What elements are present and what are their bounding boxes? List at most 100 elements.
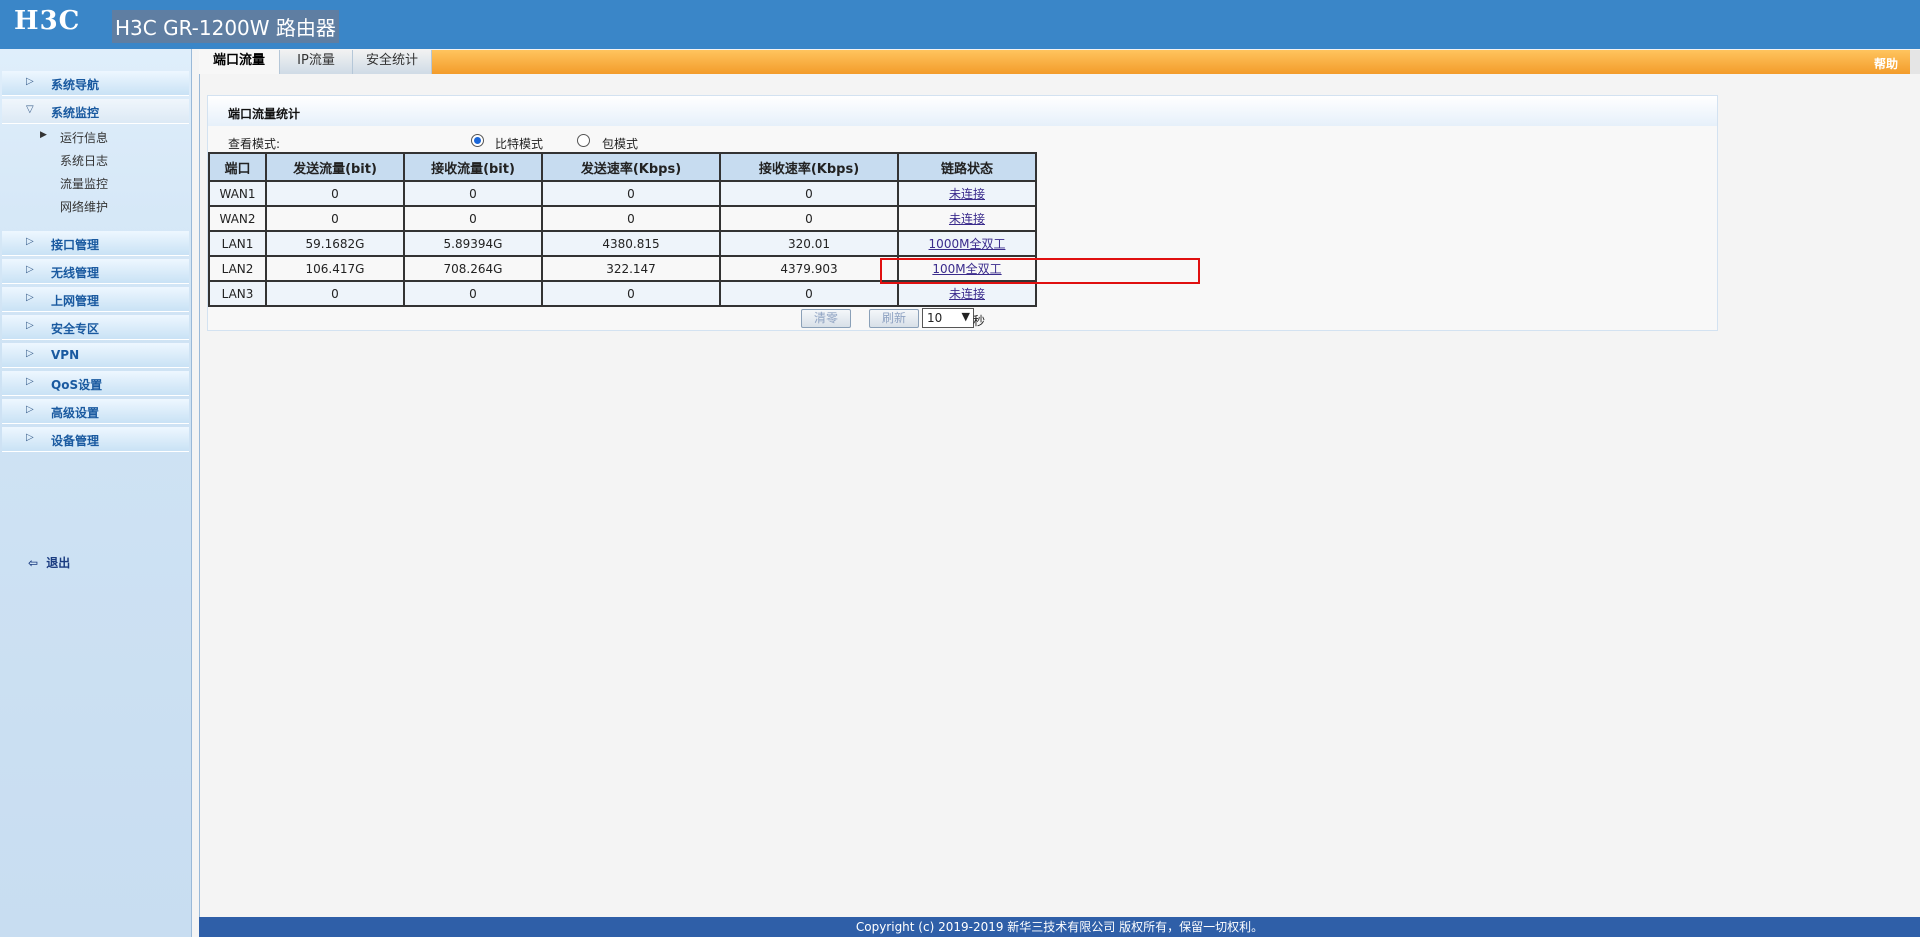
- rx-rate-cell: 0: [719, 180, 899, 207]
- rx-rate-cell: 320.01: [719, 230, 899, 257]
- sidebar-item-vpn[interactable]: ▷ VPN: [2, 343, 189, 368]
- expand-arrow-icon: ▷: [26, 76, 34, 87]
- status-cell: 100M全双工: [897, 255, 1037, 282]
- header: H3C H3C GR-1200W 路由器: [0, 0, 1920, 49]
- column-header: 发送速率(Kbps): [541, 152, 721, 182]
- logout-label: 退出: [46, 556, 71, 570]
- sidebar-item-label: QoS设置: [51, 378, 103, 392]
- sidebar-item-system-monitor[interactable]: ▽ 系统监控: [2, 99, 189, 124]
- collapse-arrow-icon: ▽: [26, 104, 34, 115]
- port-traffic-table: 端口 发送流量(bit) 接收流量(bit) 发送速率(Kbps) 接收速率(K…: [208, 152, 1037, 307]
- rx-rate-cell: 4379.903: [719, 255, 899, 282]
- column-header: 接收流量(bit): [403, 152, 543, 182]
- sidebar-item-advanced[interactable]: ▷ 高级设置: [2, 399, 189, 424]
- logout-link[interactable]: ⇦ 退出: [28, 554, 70, 571]
- device-title: H3C GR-1200W 路由器: [112, 10, 339, 43]
- tx-cell: 106.417G: [265, 255, 405, 282]
- sidebar-item-system-nav[interactable]: ▷ 系统导航: [2, 71, 189, 96]
- sidebar-item-label: 接口管理: [51, 238, 100, 252]
- sidebar-item-security[interactable]: ▷ 安全专区: [2, 315, 189, 340]
- sidebar-item-label: 系统导航: [51, 78, 100, 92]
- tx-rate-cell: 322.147: [541, 255, 721, 282]
- tx-cell: 0: [265, 180, 405, 207]
- sidebar-item-label: VPN: [51, 348, 80, 362]
- link-status-link[interactable]: 未连接: [949, 187, 985, 201]
- rx-rate-cell: 0: [719, 280, 899, 307]
- rx-cell: 0: [403, 205, 543, 232]
- refresh-interval-select[interactable]: 10 ▼: [922, 308, 974, 328]
- expand-arrow-icon: ▷: [26, 404, 34, 415]
- scrollbar-stub: [1910, 50, 1920, 74]
- panel-header: 端口流量统计: [208, 96, 1717, 126]
- rx-cell: 5.89394G: [403, 230, 543, 257]
- expand-arrow-icon: ▷: [26, 264, 34, 275]
- tab-bar: 端口流量 IP流量 安全统计 帮助: [199, 50, 1920, 74]
- rx-rate-cell: 0: [719, 205, 899, 232]
- table-row: LAN1 59.1682G 5.89394G 4380.815 320.01 1…: [208, 230, 1037, 257]
- sidebar-item-qos[interactable]: ▷ QoS设置: [2, 371, 189, 396]
- tab-port-traffic[interactable]: 端口流量: [199, 50, 280, 74]
- link-status-link[interactable]: 100M全双工: [932, 262, 1001, 276]
- sidebar-item-label: 高级设置: [51, 406, 100, 420]
- logout-icon: ⇦: [28, 556, 39, 570]
- sidebar: ▷ 系统导航 ▽ 系统监控 ▶ 运行信息 系统日志 流量监控 网络维护 ▷ 接口…: [0, 49, 192, 937]
- expand-arrow-icon: ▷: [26, 236, 34, 247]
- view-mode-label: 查看模式:: [228, 137, 281, 151]
- tx-cell: 0: [265, 280, 405, 307]
- expand-arrow-icon: ▷: [26, 348, 34, 359]
- sidebar-item-label: 系统监控: [51, 106, 100, 120]
- tx-rate-cell: 0: [541, 280, 721, 307]
- tab-ip-traffic[interactable]: IP流量: [280, 50, 353, 74]
- table-row: WAN2 0 0 0 0 未连接: [208, 205, 1037, 232]
- port-cell: LAN2: [208, 255, 267, 282]
- link-status-link[interactable]: 未连接: [949, 212, 985, 226]
- column-header: 链路状态: [897, 152, 1037, 182]
- port-cell: LAN3: [208, 280, 267, 307]
- panel-title: 端口流量统计: [228, 107, 301, 121]
- sidebar-item-interface[interactable]: ▷ 接口管理: [2, 231, 189, 256]
- rx-cell: 0: [403, 280, 543, 307]
- column-header: 端口: [208, 152, 267, 182]
- column-header: 接收速率(Kbps): [719, 152, 899, 182]
- table-row: LAN3 0 0 0 0 未连接: [208, 280, 1037, 307]
- content-divider: [199, 74, 200, 917]
- sidebar-subitem-run-info[interactable]: 运行信息: [60, 129, 108, 146]
- port-traffic-panel: 端口流量统计 查看模式: 比特模式 包模式 端口 发送流量(bit) 接收流量(…: [207, 95, 1718, 331]
- column-header: 发送流量(bit): [265, 152, 405, 182]
- status-cell: 未连接: [897, 205, 1037, 232]
- interval-unit-label: 秒: [973, 314, 986, 328]
- status-cell: 1000M全双工: [897, 230, 1037, 257]
- sidebar-subitem-system-log[interactable]: 系统日志: [60, 152, 108, 169]
- sidebar-item-label: 设备管理: [51, 434, 100, 448]
- footer-copyright: Copyright (c) 2019-2019 新华三技术有限公司 版权所有，保…: [199, 917, 1920, 937]
- expand-arrow-icon: ▷: [26, 292, 34, 303]
- refresh-interval-value: 10: [927, 311, 943, 325]
- view-mode-row: 查看模式: 比特模式 包模式: [208, 131, 1717, 151]
- sidebar-item-label: 安全专区: [51, 322, 100, 336]
- sidebar-subitem-network-maintenance[interactable]: 网络维护: [60, 198, 108, 215]
- link-status-link[interactable]: 1000M全双工: [929, 237, 1006, 251]
- port-cell: WAN1: [208, 180, 267, 207]
- sidebar-item-internet[interactable]: ▷ 上网管理: [2, 287, 189, 312]
- clear-button[interactable]: 清零: [801, 309, 851, 328]
- tx-rate-cell: 0: [541, 180, 721, 207]
- rx-cell: 708.264G: [403, 255, 543, 282]
- sidebar-item-label: 无线管理: [51, 266, 100, 280]
- tx-rate-cell: 0: [541, 205, 721, 232]
- rx-cell: 0: [403, 180, 543, 207]
- sidebar-item-device[interactable]: ▷ 设备管理: [2, 427, 189, 452]
- sidebar-item-label: 上网管理: [51, 294, 100, 308]
- expand-arrow-icon: ▷: [26, 320, 34, 331]
- link-status-link[interactable]: 未连接: [949, 287, 985, 301]
- refresh-button[interactable]: 刷新: [869, 309, 919, 328]
- sidebar-item-wireless[interactable]: ▷ 无线管理: [2, 259, 189, 284]
- help-link[interactable]: 帮助: [1874, 55, 1898, 72]
- table-header-row: 端口 发送流量(bit) 接收流量(bit) 发送速率(Kbps) 接收速率(K…: [208, 152, 1037, 182]
- sidebar-subitem-traffic-monitor[interactable]: 流量监控: [60, 175, 108, 192]
- port-cell: WAN2: [208, 205, 267, 232]
- bit-mode-radio[interactable]: [471, 134, 484, 147]
- tx-rate-cell: 4380.815: [541, 230, 721, 257]
- tab-security-stats[interactable]: 安全统计: [353, 50, 432, 74]
- packet-mode-radio[interactable]: [577, 134, 590, 147]
- expand-arrow-icon: ▷: [26, 376, 34, 387]
